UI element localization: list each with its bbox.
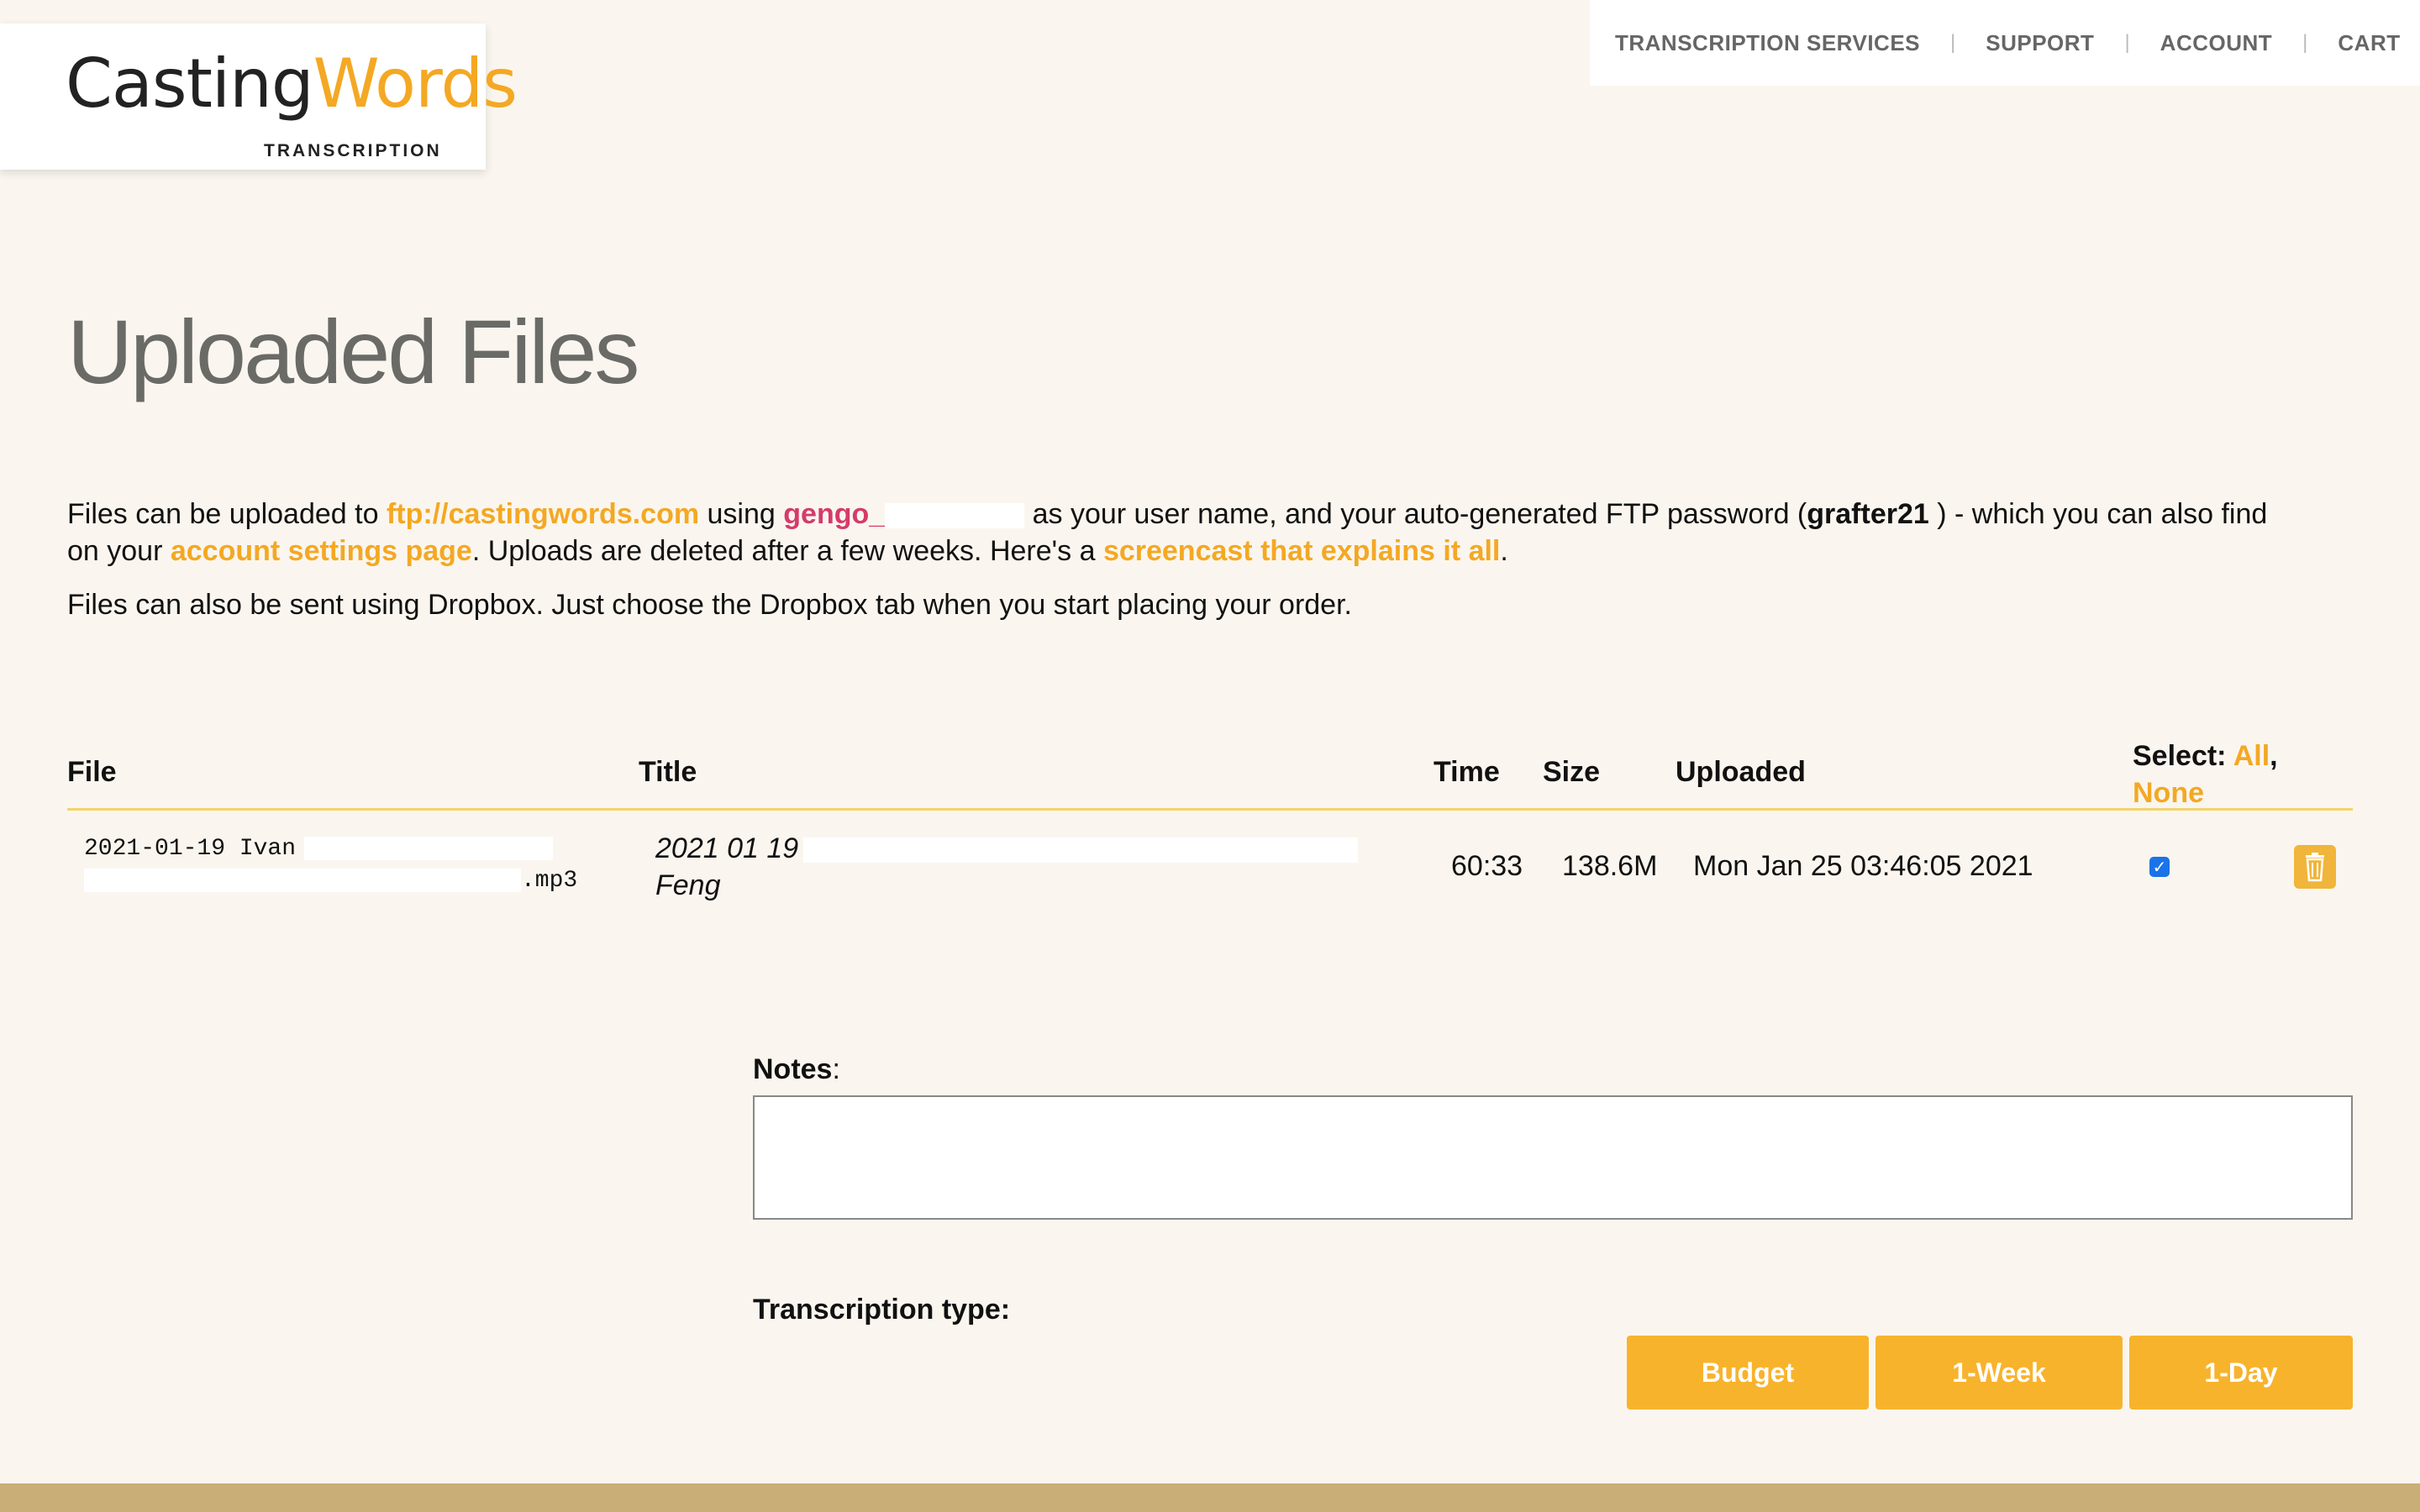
- size-cell: 138.6M: [1562, 850, 1658, 882]
- intro-paragraph-ftp: Files can be uploaded to ftp://castingwo…: [67, 496, 2286, 570]
- screencast-link[interactable]: screencast that explains it all: [1103, 535, 1500, 567]
- notes-label: Notes:: [753, 1053, 840, 1086]
- notes-textarea[interactable]: [753, 1095, 2353, 1220]
- column-header-file: File: [67, 756, 117, 788]
- ftp-username: gengo_: [783, 498, 886, 530]
- column-header-title: Title: [639, 756, 697, 788]
- logo-wordmark: CastingWords: [66, 50, 518, 118]
- logo[interactable]: CastingWords TRANSCRIPTION: [0, 24, 518, 170]
- intro-text-segment: as your user name, and your auto-generat…: [1024, 498, 1807, 530]
- nav-transcription-services[interactable]: TRANSCRIPTION SERVICES: [1615, 30, 1920, 56]
- nav-support[interactable]: SUPPORT: [1986, 30, 2094, 56]
- select-all-link[interactable]: All: [2233, 740, 2270, 772]
- intro-text: Files can be uploaded to ftp://castingwo…: [67, 496, 2286, 640]
- title-line1: 2021 01 19: [655, 832, 799, 864]
- footer-band: [0, 1483, 2420, 1512]
- trash-icon: [2306, 853, 2324, 882]
- file-name-line1: 2021-01-19 Ivan: [84, 836, 297, 862]
- one-day-button[interactable]: 1-Day: [2129, 1336, 2353, 1410]
- budget-button[interactable]: Budget: [1627, 1336, 1869, 1410]
- select-comma: ,: [2270, 740, 2278, 772]
- select-checkbox[interactable]: ✓: [2149, 857, 2170, 877]
- intro-paragraph-dropbox: Files can also be sent using Dropbox. Ju…: [67, 589, 1352, 621]
- intro-text-segment: .: [1500, 535, 1508, 567]
- ftp-password: grafter21: [1807, 498, 1929, 530]
- logo-word-casting: Casting: [66, 45, 314, 123]
- uploaded-cell: Mon Jan 25 03:46:05 2021: [1693, 850, 2033, 882]
- redacted-block: [304, 836, 554, 860]
- ftp-link[interactable]: ftp://castingwords.com: [387, 498, 699, 530]
- file-name-cell: 2021-01-19 Ivan .mp3: [84, 833, 577, 897]
- file-name-line2: .mp3: [521, 868, 578, 894]
- redacted-block: [803, 837, 1359, 864]
- select-none-link[interactable]: None: [2133, 777, 2204, 809]
- nav-separator: |: [1950, 31, 1956, 54]
- column-header-time: Time: [1434, 756, 1500, 788]
- top-nav: TRANSCRIPTION SERVICES | SUPPORT | ACCOU…: [1590, 0, 2420, 86]
- logo-word-words: Words: [313, 45, 518, 123]
- transcription-type-label: Transcription type:: [753, 1294, 1011, 1326]
- time-cell: 60:33: [1451, 850, 1523, 882]
- nav-account[interactable]: ACCOUNT: [2160, 30, 2273, 56]
- delete-file-button[interactable]: [2294, 845, 2336, 889]
- notes-label-text: Notes: [753, 1053, 833, 1085]
- nav-separator: |: [2302, 31, 2308, 54]
- column-header-size: Size: [1543, 756, 1601, 788]
- select-label: Select:: [2133, 740, 2233, 772]
- nav-cart[interactable]: CART: [2338, 30, 2400, 56]
- intro-text-segment: Files can be uploaded to: [67, 498, 387, 530]
- redacted-block: [885, 503, 1025, 529]
- title-line2: Feng: [655, 869, 721, 901]
- page: CastingWords TRANSCRIPTION TRANSCRIPTION…: [0, 0, 2420, 1512]
- notes-label-colon: :: [832, 1053, 840, 1085]
- title-cell: 2021 01 19 Feng: [655, 830, 1359, 904]
- account-settings-link[interactable]: account settings page: [171, 535, 472, 567]
- intro-text-segment: . Uploads are deleted after a few weeks.…: [471, 535, 1103, 567]
- one-week-button[interactable]: 1-Week: [1876, 1336, 2123, 1410]
- logo-subtitle: TRANSCRIPTION: [264, 141, 442, 160]
- column-header-uploaded: Uploaded: [1676, 756, 1806, 788]
- page-title: Uploaded Files: [67, 301, 639, 402]
- table-header-divider: [67, 808, 2353, 811]
- column-header-select: Select: All, None: [2133, 738, 2326, 811]
- nav-separator: |: [2124, 31, 2130, 54]
- redacted-block: [84, 868, 521, 892]
- intro-text-segment: using: [699, 498, 784, 530]
